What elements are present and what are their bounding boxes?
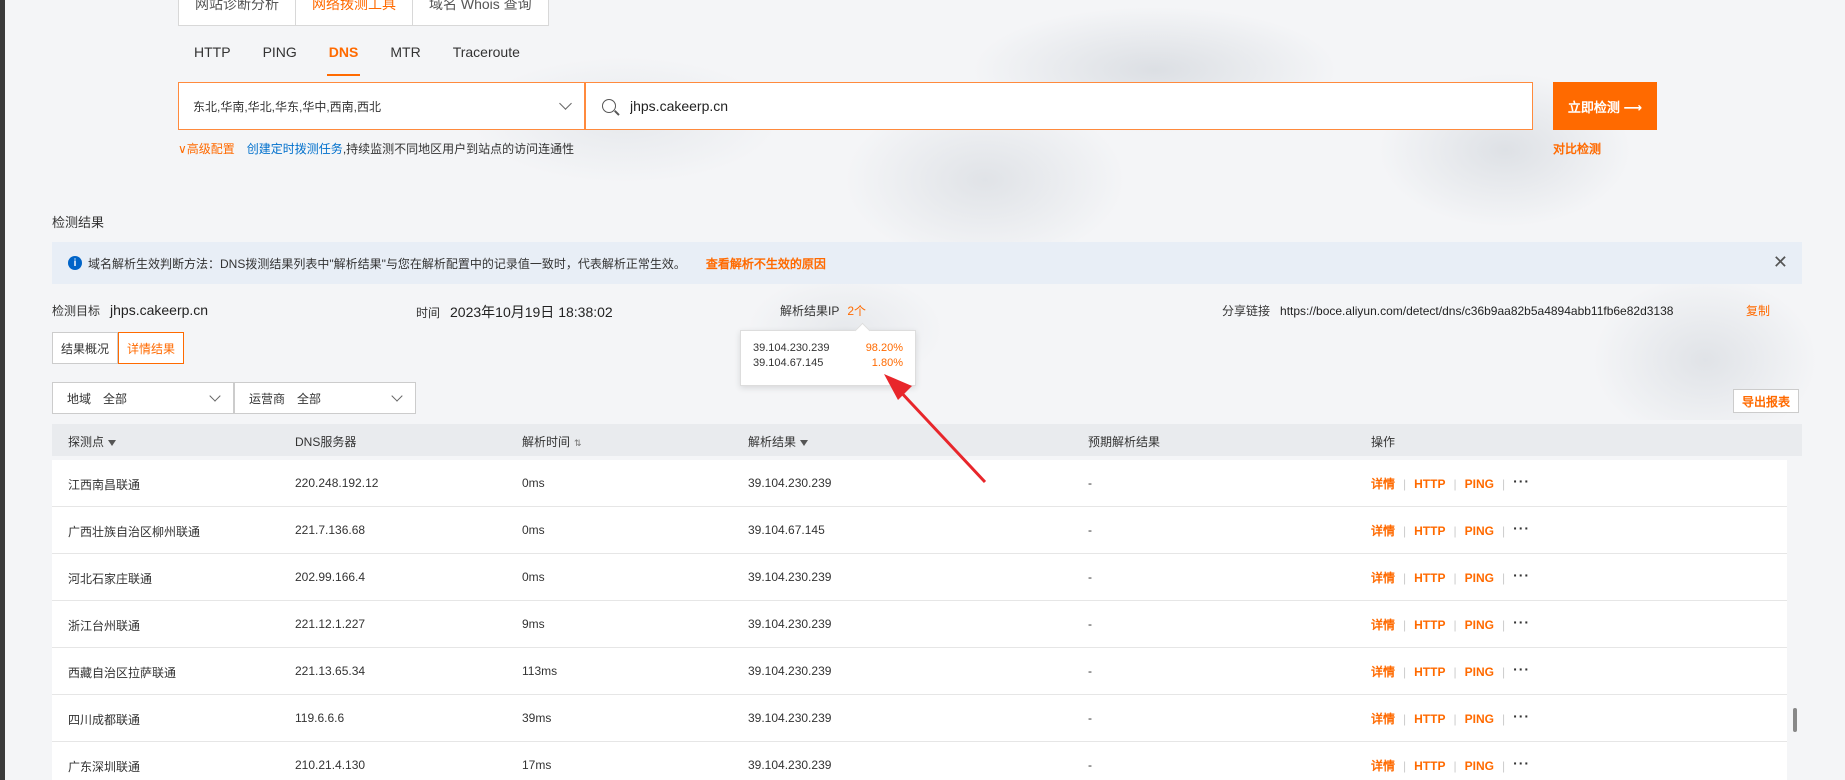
red-arrow-annotation	[884, 374, 987, 484]
arrow-head	[884, 374, 912, 400]
arrow-shaft	[895, 386, 987, 484]
